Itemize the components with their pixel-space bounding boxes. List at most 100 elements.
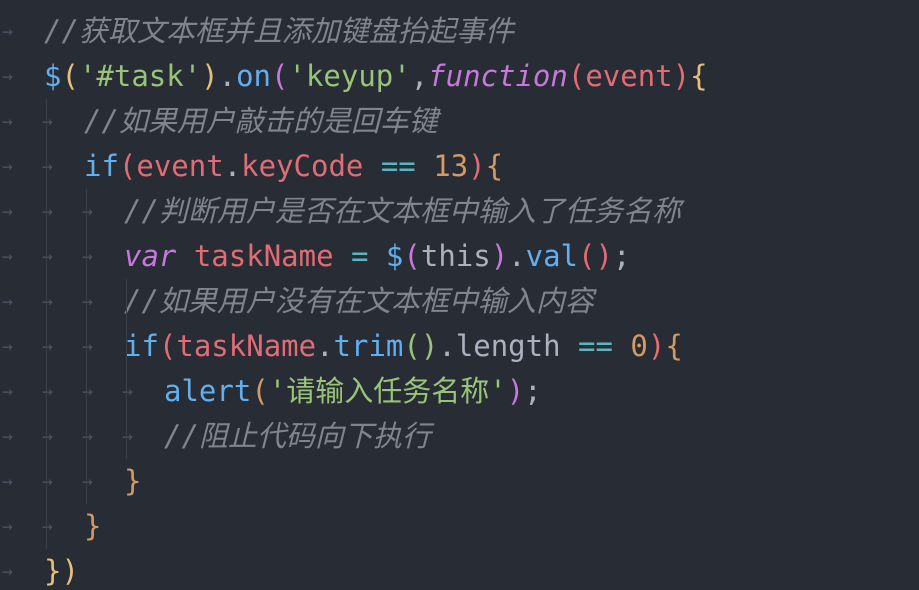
code-token: ( [251, 374, 269, 408]
tab-indicator-icon: → [2, 291, 13, 312]
code-line[interactable]: → → → //如果用户没有在文本框中输入内容 [0, 279, 919, 324]
code-token: alert [164, 374, 252, 408]
code-token: ) [506, 374, 525, 408]
code-token: this [420, 239, 491, 273]
code-token: () [403, 329, 439, 363]
code-line[interactable]: → → → if(taskName.trim().length == 0){ [0, 324, 919, 369]
code-token: ( [403, 239, 421, 273]
tab-indicator-icon: → [42, 381, 53, 402]
code-token: = [351, 239, 369, 273]
code-line[interactable]: → $('#task').on('keyup',function(event){ [0, 54, 919, 99]
indent-guide [126, 279, 127, 459]
tab-indicator-icon: → [2, 66, 13, 87]
tab-indicator-icon: → [82, 201, 93, 222]
code-line[interactable]: →}) [0, 549, 919, 590]
code-comment: //如果用户没有在文本框中输入内容 [124, 284, 594, 318]
code-token: '请输入任务名称' [268, 374, 507, 408]
code-token: () [578, 239, 613, 273]
indent-guide [46, 99, 47, 549]
tab-indicator-icon: → [2, 516, 13, 537]
code-token: taskName [176, 329, 317, 363]
code-line[interactable]: → →} [0, 504, 919, 549]
tab-indicator-icon: → [2, 336, 13, 357]
code-text: } [84, 504, 101, 549]
code-token: if [124, 329, 159, 363]
code-token: ) [647, 329, 666, 363]
code-line[interactable]: → → → → alert('请输入任务名称'); [0, 369, 919, 414]
code-token: ; [524, 374, 542, 408]
code-text: $('#task').on('keyup',function(event){ [44, 54, 708, 99]
code-token: , [410, 59, 429, 93]
tab-indicator-icon: → [2, 561, 13, 582]
tab-indicator-icon: → [2, 111, 13, 132]
code-token: on [236, 59, 272, 93]
tab-indicator-icon: → [42, 156, 53, 177]
tab-indicator-icon: → [2, 426, 13, 447]
tab-indicator-icon: → [122, 426, 133, 447]
code-token: }) [44, 554, 79, 588]
code-token: var [124, 239, 177, 273]
code-token: ) [468, 149, 486, 183]
tab-indicator-icon: → [2, 156, 13, 177]
code-token: trim [333, 329, 404, 363]
code-token: == [363, 149, 434, 183]
code-comment: //阻止代码向下执行 [164, 419, 431, 453]
code-line[interactable]: → → if(event.keyCode == 13){ [0, 144, 919, 189]
tab-indicator-icon: → [42, 201, 53, 222]
code-token: $ [368, 239, 404, 273]
code-token: { [665, 329, 683, 363]
tab-indicator-icon: → [2, 471, 13, 492]
tab-indicator-icon: → [122, 381, 133, 402]
tab-indicator-icon: → [2, 21, 13, 42]
code-token: 0 [630, 329, 648, 363]
code-token: $ [44, 59, 62, 93]
code-text: if(event.keyCode == 13){ [84, 144, 503, 189]
code-line[interactable]: → → →} [0, 459, 919, 504]
code-token: length [455, 329, 561, 363]
tab-indicator-icon: → [82, 381, 93, 402]
code-token: } [84, 509, 102, 543]
code-comment: //获取文本框并且添加键盘抬起事件 [44, 14, 514, 48]
code-text: alert('请输入任务名称'); [164, 369, 542, 414]
code-token: == [560, 329, 631, 363]
tab-indicator-icon: → [42, 516, 53, 537]
code-token: 'keyup' [288, 59, 411, 93]
indent-guide [86, 189, 87, 504]
tab-indicator-icon: → [82, 336, 93, 357]
code-editor[interactable]: →//获取文本框并且添加键盘抬起事件 → $('#task').on('keyup'… [0, 0, 919, 590]
code-text: } [124, 459, 141, 504]
code-token: . [508, 239, 526, 273]
code-line[interactable]: → //获取文本框并且添加键盘抬起事件 [0, 9, 919, 54]
code-token: ) [490, 239, 509, 273]
code-text: //阻止代码向下执行 [164, 414, 431, 459]
code-token: { [690, 59, 708, 93]
code-token: taskName [176, 239, 351, 273]
code-token: . [438, 329, 456, 363]
code-token: { [485, 149, 504, 183]
code-text: if(taskName.trim().length == 0){ [124, 324, 683, 369]
tab-indicator-icon: → [42, 291, 53, 312]
code-token: ) [672, 59, 691, 93]
code-token: event [585, 59, 673, 93]
tab-indicator-icon: → [2, 381, 13, 402]
code-line[interactable]: → → //如果用户敲击的是回车键 [0, 99, 919, 144]
code-token: '#task' [78, 59, 202, 93]
code-token: ( [567, 59, 586, 93]
code-token: ( [158, 329, 177, 363]
code-line[interactable]: → → → var taskName = $(this).val(); [0, 234, 919, 279]
code-token: event [136, 149, 224, 183]
code-line[interactable]: → → → //判断用户是否在文本框中输入了任务名称 [0, 189, 919, 234]
code-token: if [84, 149, 119, 183]
code-token: . [218, 59, 237, 93]
tab-indicator-icon: → [82, 471, 93, 492]
code-text: //如果用户敲击的是回车键 [84, 99, 438, 144]
code-line[interactable]: → → → → //阻止代码向下执行 [0, 414, 919, 459]
tab-indicator-icon: → [42, 471, 53, 492]
code-comment: //如果用户敲击的是回车键 [84, 104, 438, 138]
code-token: . [316, 329, 334, 363]
tab-indicator-icon: → [2, 201, 13, 222]
code-token: ( [61, 59, 79, 93]
code-token: function [428, 59, 568, 93]
tab-indicator-icon: → [42, 246, 53, 267]
code-token: ; [612, 239, 631, 273]
